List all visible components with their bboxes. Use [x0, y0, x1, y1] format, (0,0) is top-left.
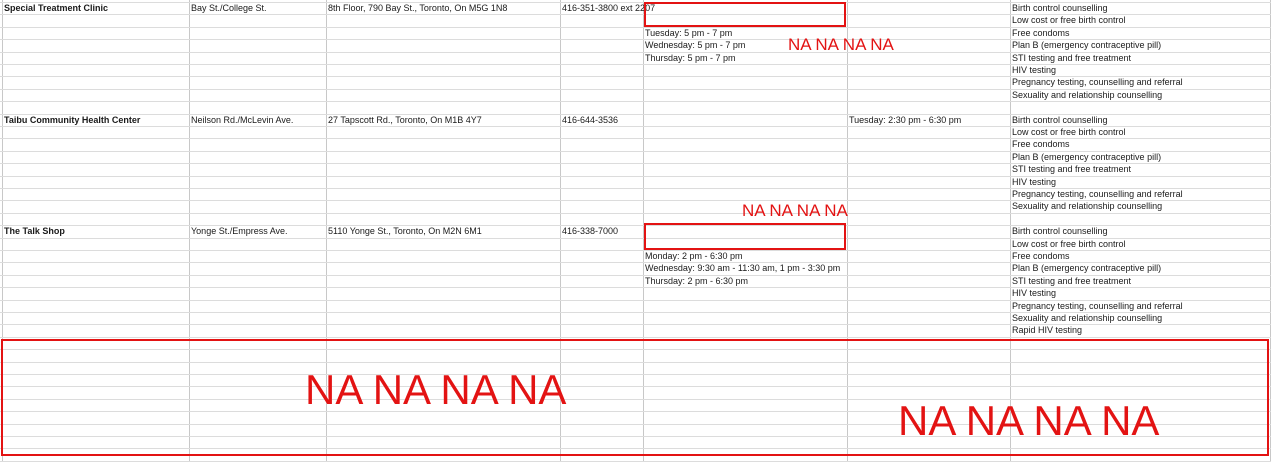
annotation-box-clinic-1-hours	[644, 2, 846, 27]
clinic-service: Low cost or free birth control	[1012, 15, 1126, 25]
annotation-text: NA NA NA NA	[898, 397, 1160, 444]
annotation-text: NA NA NA NA	[305, 366, 567, 413]
grid-row-line	[0, 250, 1271, 251]
clinic-service: Pregnancy testing, counselling and refer…	[1012, 189, 1183, 199]
clinic-service: Plan B (emergency contraceptive pill)	[1012, 40, 1162, 50]
clinic-address: 5110 Yonge St., Toronto, On M2N 6M1	[328, 226, 482, 236]
annotation-text: NA NA NA NA	[788, 35, 894, 54]
grid-row-line	[0, 176, 1271, 177]
clinic-service: Birth control counselling	[1012, 3, 1108, 13]
clinic-service: Sexuality and relationship counselling	[1012, 313, 1163, 323]
clinic-hours: Tuesday: 5 pm - 7 pm	[645, 28, 733, 38]
clinic-phone: 416-351-3800 ext 2207	[562, 3, 656, 13]
clinic-phone: 416-644-3536	[562, 115, 619, 125]
clinic-service: STI testing and free treatment	[1012, 276, 1132, 286]
clinic-service: Free condoms	[1012, 139, 1070, 149]
clinic-hours: Thursday: 5 pm - 7 pm	[645, 53, 736, 63]
clinic-hours: Tuesday: 2:30 pm - 6:30 pm	[849, 115, 962, 125]
clinic-hours: Monday: 2 pm - 6:30 pm	[645, 251, 743, 261]
clinic-service: HIV testing	[1012, 288, 1057, 298]
clinic-service: Sexuality and relationship counselling	[1012, 90, 1163, 100]
grid-row-line	[0, 213, 1271, 214]
clinic-service: Pregnancy testing, counselling and refer…	[1012, 301, 1183, 311]
clinic-service: Low cost or free birth control	[1012, 239, 1126, 249]
clinic-address: 8th Floor, 790 Bay St., Toronto, On M5G …	[328, 3, 508, 13]
clinic-service: Pregnancy testing, counselling and refer…	[1012, 77, 1183, 87]
clinic-intersection: Neilson Rd./McLevin Ave.	[191, 115, 294, 125]
grid-row-line	[0, 101, 1271, 102]
clinic-service: Low cost or free birth control	[1012, 127, 1126, 137]
clinic-intersection: Bay St./College St.	[191, 3, 267, 13]
clinic-service: HIV testing	[1012, 177, 1057, 187]
clinic-name: Special Treatment Clinic	[4, 3, 109, 13]
clinic-service: Birth control counselling	[1012, 226, 1108, 236]
clinic-service: Rapid HIV testing	[1012, 325, 1083, 335]
clinic-service: HIV testing	[1012, 65, 1057, 75]
annotation-box-clinic-3-hours	[644, 223, 846, 250]
clinic-service: Plan B (emergency contraceptive pill)	[1012, 152, 1162, 162]
grid-row-line	[0, 138, 1271, 139]
clinic-service: Birth control counselling	[1012, 115, 1108, 125]
grid-row-line	[0, 461, 1271, 462]
clinic-hours: Thursday: 2 pm - 6:30 pm	[645, 276, 749, 286]
clinic-service: Free condoms	[1012, 251, 1070, 261]
clinic-service: Free condoms	[1012, 28, 1070, 38]
clinic-service: STI testing and free treatment	[1012, 53, 1132, 63]
grid-row-line	[0, 337, 1271, 338]
clinic-hours: Wednesday: 5 pm - 7 pm	[645, 40, 746, 50]
clinic-phone: 416-338-7000	[562, 226, 619, 236]
clinic-service: Sexuality and relationship counselling	[1012, 201, 1163, 211]
grid-row-line	[0, 287, 1271, 288]
clinic-hours: Wednesday: 9:30 am - 11:30 am, 1 pm - 3:…	[645, 263, 841, 273]
clinic-service: Plan B (emergency contraceptive pill)	[1012, 263, 1162, 273]
clinic-service: STI testing and free treatment	[1012, 164, 1132, 174]
clinic-address: 27 Tapscott Rd., Toronto, On M1B 4Y7	[328, 115, 482, 125]
clinic-intersection: Yonge St./Empress Ave.	[191, 226, 288, 236]
grid-row-line	[0, 27, 1271, 28]
annotation-text: NA NA NA NA	[742, 201, 848, 220]
clinic-name: Taibu Community Health Center	[4, 115, 141, 125]
clinic-name: The Talk Shop	[4, 226, 65, 236]
grid-row-line	[0, 64, 1271, 65]
grid-column-line	[1270, 0, 1271, 461]
